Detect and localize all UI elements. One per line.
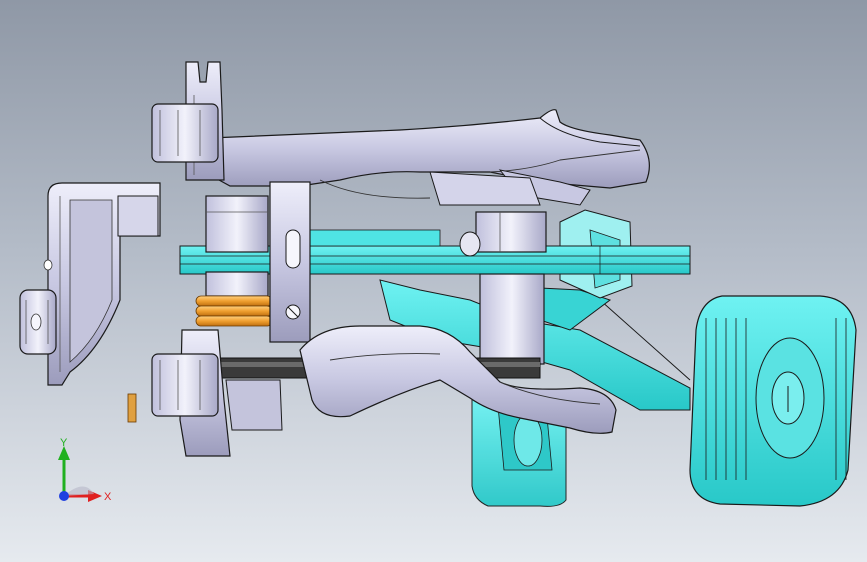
adjuster-plate[interactable] [269, 181, 311, 343]
left-hex-nut[interactable] [19, 289, 57, 355]
x-axis-label: X [104, 491, 112, 503]
locating-pin[interactable] [127, 393, 137, 423]
coordinate-triad-icon: Y X [58, 437, 112, 503]
return-spring[interactable] [195, 295, 273, 327]
lower-hex-nut[interactable] [151, 353, 219, 417]
left-shaft-bushing[interactable] [205, 195, 269, 297]
y-axis-label: Y [60, 437, 68, 449]
cad-viewport[interactable] [0, 0, 867, 562]
upper-hex-nut[interactable] [151, 103, 219, 163]
left-mounting-bracket[interactable] [43, 182, 161, 386]
pedal-pad[interactable] [689, 295, 857, 507]
z-axis-dot [59, 491, 69, 501]
